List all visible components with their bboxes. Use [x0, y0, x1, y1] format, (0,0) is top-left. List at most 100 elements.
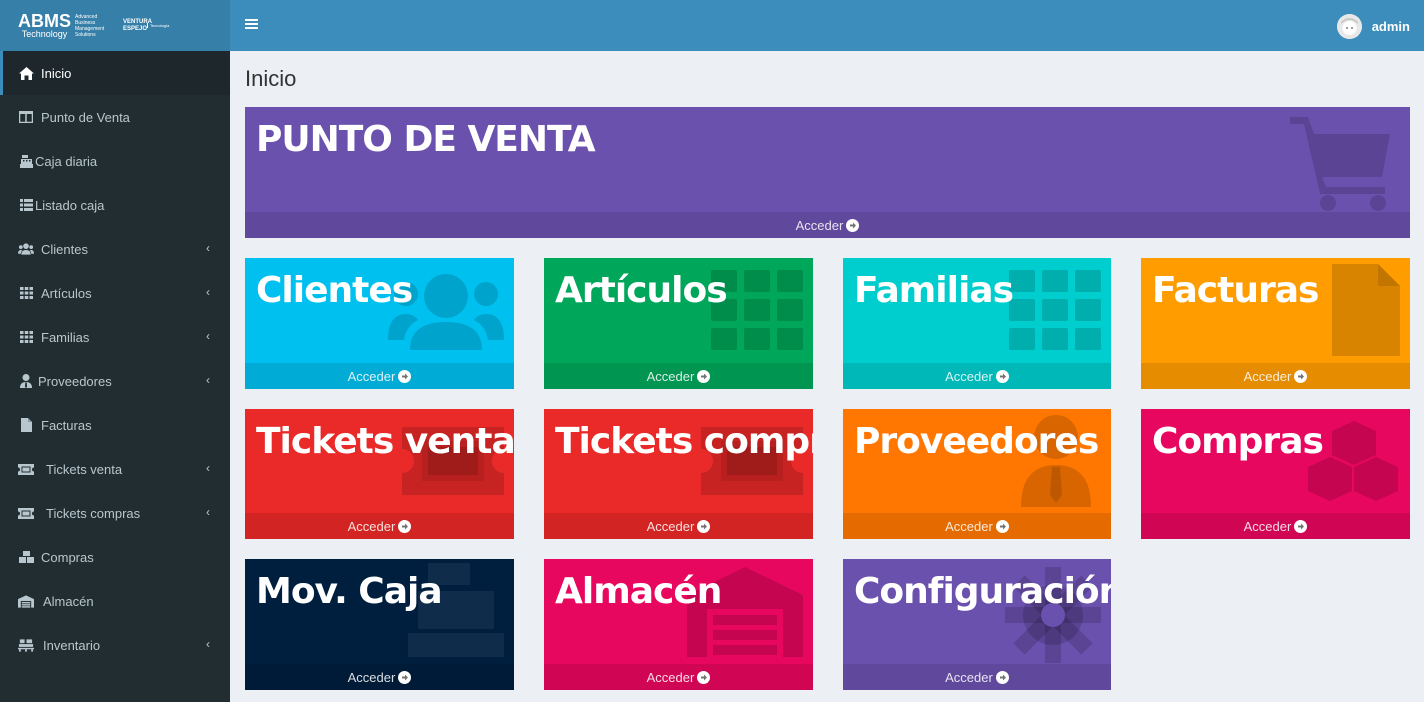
columns-icon	[18, 110, 34, 124]
tile-proveedores[interactable]: Proveedores Acceder	[843, 409, 1111, 539]
tile-footer-link[interactable]: Acceder	[245, 664, 514, 690]
sidebar: ABMS Technology Advanced Business Manage…	[0, 0, 230, 702]
sidebar-item-articulos[interactable]: Artículos ‹	[0, 271, 230, 315]
ticket-icon	[18, 506, 34, 520]
sidebar-item-caja-diaria[interactable]: Caja diaria	[0, 139, 230, 183]
sidebar-item-label: Punto de Venta	[41, 109, 130, 125]
sidebar-item-proveedores[interactable]: Proveedores ‹	[0, 359, 230, 403]
tile-footer-label: Acceder	[945, 669, 993, 685]
sidebar-item-listado-caja[interactable]: Listado caja	[0, 183, 230, 227]
shopping-cart-icon	[1290, 117, 1390, 211]
tile-footer-link[interactable]: Acceder	[544, 363, 813, 389]
tile-footer-link[interactable]: Acceder	[843, 513, 1111, 539]
tile-punto-de-venta[interactable]: PUNTO DE VENTA Acceder	[245, 107, 1410, 238]
tile-footer-label: Acceder	[347, 669, 396, 685]
chevron-left-icon: ‹	[206, 241, 210, 255]
sidebar-item-facturas[interactable]: Facturas	[0, 403, 230, 447]
tile-footer-label: Acceder	[646, 518, 695, 534]
arrow-circle-right-icon	[398, 670, 412, 684]
arrow-circle-right-icon	[1294, 369, 1308, 383]
tile-tickets-compra[interactable]: Tickets compra Acceder	[544, 409, 813, 539]
tile-footer-label: Acceder	[795, 217, 844, 233]
file-icon	[18, 418, 34, 432]
chevron-left-icon: ‹	[206, 285, 210, 299]
tile-title: Configuración	[854, 571, 1111, 612]
tile-clientes[interactable]: Clientes Acceder	[245, 258, 514, 389]
tile-footer-label: Acceder	[646, 669, 695, 685]
tile-footer-link[interactable]: Acceder	[843, 664, 1111, 690]
tile-title: Almacén	[555, 571, 722, 612]
tile-title: Compras	[1152, 421, 1324, 462]
tile-title: Tickets compra	[555, 421, 813, 462]
arrow-circle-right-icon	[697, 519, 711, 533]
sidebar-item-clientes[interactable]: Clientes ‹	[0, 227, 230, 271]
pallet-icon	[18, 638, 34, 652]
tile-footer-link[interactable]: Acceder	[843, 363, 1111, 389]
arrow-circle-right-icon	[398, 519, 412, 533]
tile-footer-link[interactable]: Acceder	[544, 664, 813, 690]
sidebar-toggle-icon[interactable]	[245, 17, 259, 33]
sidebar-item-label: Compras	[41, 549, 94, 565]
logo-tagline: Advanced Business Management Solutions	[75, 13, 105, 38]
sidebar-item-label: Inicio	[41, 65, 72, 81]
logo-mark: ABMS Technology	[18, 10, 71, 39]
tile-title: PUNTO DE VENTA	[256, 119, 596, 160]
sidebar-item-label: Inventario	[43, 637, 101, 653]
tile-title: Mov. Caja	[256, 571, 443, 612]
tile-footer-label: Acceder	[347, 368, 396, 384]
tile-familias[interactable]: Familias Acceder	[843, 258, 1111, 389]
tile-footer-link[interactable]: Acceder	[544, 513, 813, 539]
sidebar-item-inicio[interactable]: Inicio	[0, 51, 230, 95]
arrow-circle-right-icon	[995, 369, 1009, 383]
tile-tickets-venta[interactable]: Tickets venta Acceder	[245, 409, 514, 539]
arrow-circle-right-icon	[846, 218, 860, 232]
tile-footer-link[interactable]: Acceder	[1141, 363, 1410, 389]
sidebar-item-compras[interactable]: Compras	[0, 535, 230, 579]
tile-mov-caja[interactable]: Mov. Caja Acceder	[245, 559, 514, 690]
tile-configuracion[interactable]: Configuración Acceder	[843, 559, 1111, 690]
user-menu[interactable]: admin	[1336, 14, 1410, 39]
file-icon	[1332, 264, 1400, 356]
sidebar-item-punto-de-venta[interactable]: Punto de Venta	[0, 95, 230, 139]
sidebar-item-tickets-venta[interactable]: Tickets venta ‹	[0, 447, 230, 491]
arrow-circle-right-icon	[398, 369, 412, 383]
ticket-icon	[18, 462, 34, 476]
tile-footer-label: Acceder	[1243, 518, 1292, 534]
tile-almacen[interactable]: Almacén Acceder	[544, 559, 813, 690]
logo-main-text: ABMS	[18, 10, 71, 31]
chevron-left-icon: ‹	[206, 329, 210, 343]
logo[interactable]: ABMS Technology Advanced Business Manage…	[0, 0, 230, 51]
username-label: admin	[1371, 19, 1410, 34]
sidebar-item-label: Familias	[41, 329, 90, 345]
tile-footer-link[interactable]: Acceder	[245, 363, 514, 389]
tile-compras[interactable]: Compras Acceder	[1141, 409, 1410, 539]
tile-title: Facturas	[1152, 270, 1319, 311]
arrow-circle-right-icon	[1294, 519, 1308, 533]
logo-partner-tag: Tecnología	[147, 23, 169, 28]
sidebar-item-label: Tickets venta	[46, 461, 123, 477]
tile-footer-link[interactable]: Acceder	[245, 212, 1410, 238]
grid-icon	[1009, 270, 1101, 350]
tile-title: Clientes	[256, 270, 413, 311]
sidebar-item-familias[interactable]: Familias ‹	[0, 315, 230, 359]
avatar	[1336, 14, 1362, 39]
cash-register-icon	[18, 154, 34, 168]
sidebar-item-label: Clientes	[41, 241, 88, 257]
tile-facturas[interactable]: Facturas Acceder	[1141, 258, 1410, 389]
chevron-left-icon: ‹	[206, 373, 210, 387]
sidebar-item-label: Almacén	[43, 593, 94, 609]
sidebar-item-almacen[interactable]: Almacén	[0, 579, 230, 623]
sidebar-item-label: Tickets compras	[46, 505, 141, 521]
sidebar-item-label: Caja diaria	[35, 153, 98, 169]
arrow-circle-right-icon	[697, 670, 711, 684]
sidebar-item-inventario[interactable]: Inventario ‹	[0, 623, 230, 667]
logo-sub-text: Technology	[21, 28, 68, 39]
tile-articulos[interactable]: Artículos Acceder	[544, 258, 813, 389]
tile-footer-link[interactable]: Acceder	[1141, 513, 1410, 539]
tile-title: Tickets venta	[256, 421, 514, 462]
sidebar-item-tickets-compras[interactable]: Tickets compras ‹	[0, 491, 230, 535]
tile-footer-label: Acceder	[646, 368, 695, 384]
tile-footer-link[interactable]: Acceder	[245, 513, 514, 539]
list-icon	[18, 198, 34, 212]
chevron-left-icon: ‹	[206, 461, 210, 475]
